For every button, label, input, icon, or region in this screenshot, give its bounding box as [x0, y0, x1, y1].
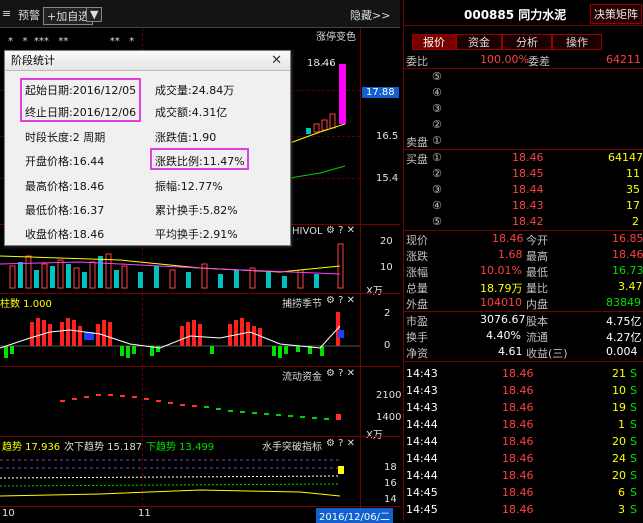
tick-row: 14:43 18.46 21 S	[406, 367, 637, 380]
amplitude: 振幅:12.77%	[155, 180, 223, 193]
buy-level-1: 买盘 ① 18.46 64147	[406, 151, 643, 166]
indicator1-tick-2: 0	[384, 340, 391, 351]
ma-line	[289, 165, 346, 179]
indicator3-tick-1: 18	[384, 462, 397, 473]
indicator2-tick-1: 2100	[376, 390, 402, 401]
volume: 成交量:24.84万	[155, 84, 235, 97]
quote-panel: 000885 同力水泥 决策矩阵 报价 资金 分析 操作 委比 100.00% …	[403, 0, 643, 521]
dialog-titlebar[interactable]: 阶段统计 ✕	[5, 51, 290, 71]
tick-row: 14:45 18.46 3 S	[406, 503, 637, 516]
stat-row-5: 外盘 104010 内盘 83849	[406, 296, 641, 311]
close-icon[interactable]: ✕	[271, 51, 282, 71]
sell-level-3: ③	[432, 102, 442, 115]
x-tick-1: 10	[2, 508, 15, 519]
order-ratio-row: 委比 100.00% 委差 64211	[406, 53, 641, 68]
x-tick-2: 11	[138, 508, 151, 519]
candle	[329, 113, 336, 129]
stat2-row-2: 换手 4.40% 流通 4.27亿	[406, 329, 642, 344]
average-turnover: 平均换手:2.91%	[155, 228, 238, 241]
buy-level-3: ③ 18.44 35	[432, 183, 640, 196]
sell-level-4: ④	[432, 86, 442, 99]
ma-line	[289, 123, 346, 144]
period-length: 时段长度:2 周期	[25, 131, 106, 144]
quote-tabs: 报价 资金 分析 操作	[404, 34, 643, 50]
low-price: 最低价格:16.37	[25, 204, 105, 217]
start-date: 起始日期:2016/12/05	[25, 84, 137, 97]
tab-analysis[interactable]: 分析	[502, 34, 552, 50]
tick-row: 14:44 18.46 1 S	[406, 418, 637, 431]
candle	[306, 128, 311, 134]
indicator3-tick-3: 14	[384, 494, 397, 505]
tick-row: 14:43 18.46 19 S	[406, 401, 637, 414]
tick-row: 14:44 18.46 24 S	[406, 452, 637, 465]
y-tick-2: 15.4	[376, 173, 399, 184]
indicator2-tick-2: 1400	[376, 412, 402, 423]
chart-toolbar: ≡ 预警 +加自选 ▼ 隐藏>>	[0, 0, 400, 28]
tab-quote[interactable]: 报价	[412, 34, 456, 50]
indicator3-name: 水手突破指标	[262, 442, 322, 453]
total-turnover: 累计换手:5.82%	[155, 204, 238, 217]
tick-row: 14:45 18.46 6 S	[406, 486, 637, 499]
alert-button[interactable]: 预警	[18, 7, 40, 23]
sell-level-2: ②	[432, 118, 442, 131]
indicator3-lines	[0, 459, 344, 497]
buy-level-4: ④ 18.43 17	[432, 199, 640, 212]
indicator1-bars	[0, 312, 360, 358]
stat2-row-3: 净资 4.61 收益(三) 0.004	[406, 345, 638, 360]
decision-matrix-button[interactable]: 决策矩阵	[590, 4, 642, 24]
tab-funds[interactable]: 资金	[456, 34, 502, 50]
indicator2-icons[interactable]: ⚙ ? ✕	[326, 368, 355, 379]
indicator3-trend: 趋势 17.936	[2, 442, 61, 453]
sell-level-1: 卖盘 ①	[406, 134, 442, 149]
volume-tick-2: 10	[380, 262, 393, 273]
candle	[321, 119, 328, 131]
tab-operation[interactable]: 操作	[552, 34, 602, 50]
buy-level-5: ⑤ 18.42 2	[432, 215, 639, 228]
tick-row: 14:44 18.46 20 S	[406, 435, 637, 448]
stat-row-2: 涨跌 1.68 最高 18.46	[406, 248, 643, 263]
candle	[313, 123, 320, 133]
change-value: 涨跌值:1.90	[155, 131, 217, 144]
indicator3-down: 下趋势 13.499	[146, 442, 215, 453]
close-price: 收盘价格:18.46	[25, 228, 105, 241]
current-price-marker: 17.88	[362, 87, 399, 98]
stat-row-4: 总量 18.79万 量比 3.47	[406, 280, 643, 295]
hide-panel-button[interactable]: 隐藏>>	[350, 7, 390, 23]
indicator1-icons[interactable]: ⚙ ? ✕	[326, 295, 355, 306]
tick-row: 14:44 18.46 20 S	[406, 469, 637, 482]
breakout-marker	[338, 466, 344, 474]
indicator2-unit: X万	[366, 430, 383, 441]
volume-tick-1: 20	[380, 236, 393, 247]
volume-unit: X万	[366, 286, 383, 297]
indicator2-dots	[60, 394, 341, 420]
high-price: 最高价格:18.46	[25, 180, 105, 193]
indicator3-tick-2: 16	[384, 478, 397, 489]
open-price: 开盘价格:16.44	[25, 155, 105, 168]
quote-header: 000885 同力水泥 决策矩阵	[404, 0, 643, 26]
buy-level-2: ② 18.45 11	[432, 167, 640, 180]
favorite-dropdown-button[interactable]: ▼	[86, 7, 103, 22]
y-tick-1: 16.5	[376, 131, 399, 142]
dialog-title: 阶段统计	[11, 54, 55, 67]
tick-row: 14:43 18.46 10 S	[406, 384, 637, 397]
stat2-row-1: 市盈 3076.67 股本 4.75亿	[406, 313, 642, 328]
sell-level-5: ⑤	[432, 70, 442, 83]
menu-marker: ≡	[2, 7, 12, 20]
change-percent: 涨跌比例:11.47%	[155, 155, 245, 168]
stat-row-1: 现价 18.46 今开 16.85	[406, 232, 643, 247]
stock-code-name: 000885 同力水泥	[464, 8, 567, 22]
indicator3-next: 次下趋势 15.187	[64, 442, 143, 453]
limit-up-candle	[339, 64, 346, 124]
stat-row-3: 涨幅 10.01% 最低 16.73	[406, 264, 643, 279]
stage-statistics-dialog: 阶段统计 ✕ 起始日期:2016/12/05 终止日期:2016/12/06 时…	[4, 50, 291, 246]
indicator1-tick-1: 2	[384, 308, 391, 319]
indicator3-icons[interactable]: ⚙ ? ✕	[326, 438, 355, 449]
end-date: 终止日期:2016/12/06	[25, 106, 137, 119]
amount: 成交额:4.31亿	[155, 106, 228, 119]
